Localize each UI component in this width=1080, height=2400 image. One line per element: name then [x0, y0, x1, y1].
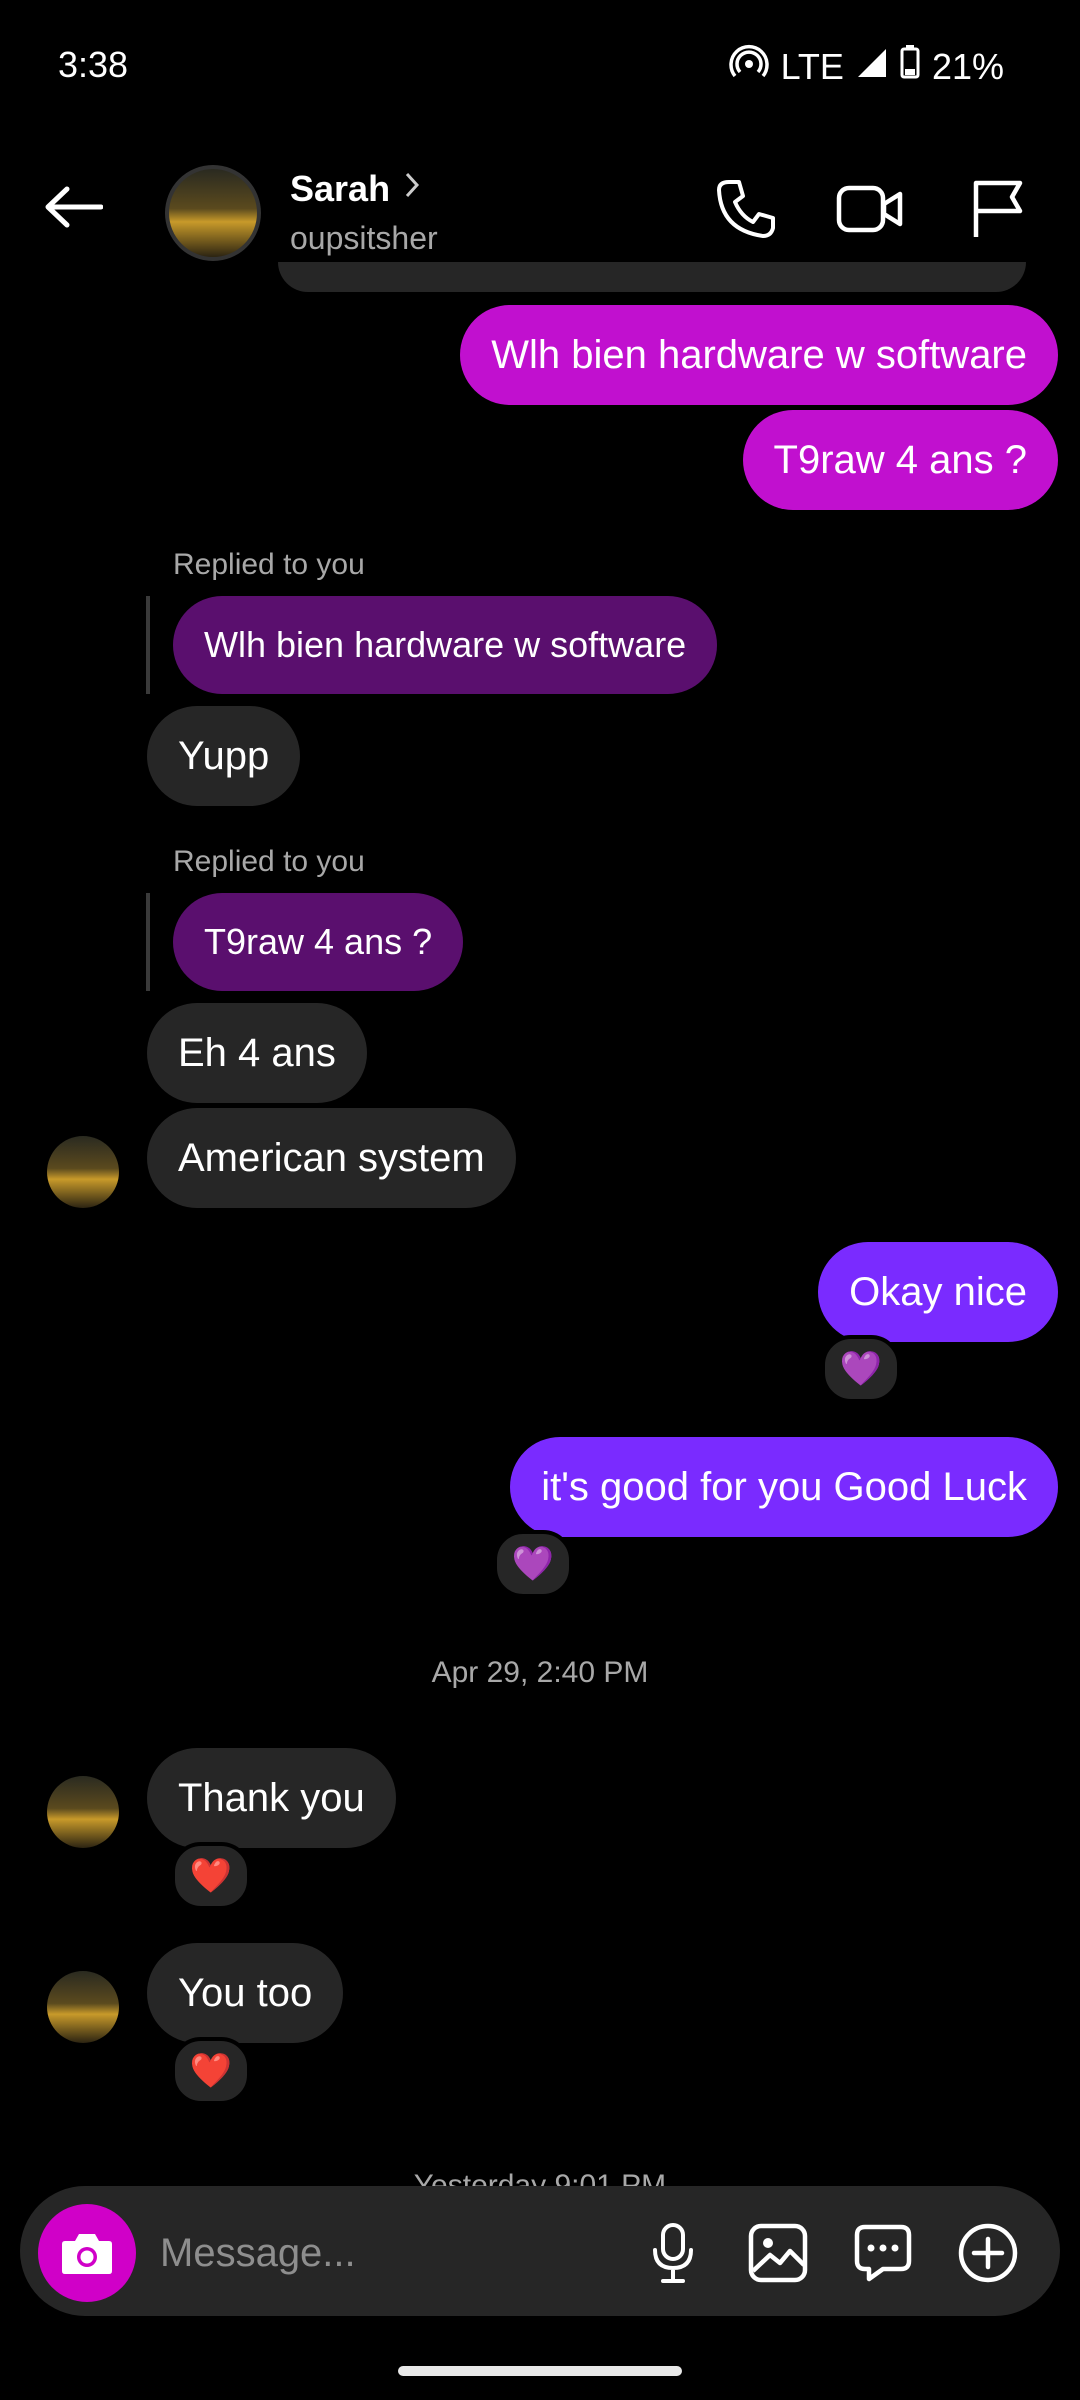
- message-input[interactable]: [158, 2222, 602, 2284]
- heart-reaction[interactable]: ❤️: [171, 1842, 251, 1910]
- date-separator: Apr 29, 2:40 PM: [431, 1656, 649, 1689]
- camera-button[interactable]: [38, 2204, 136, 2302]
- signal-icon: [856, 46, 888, 88]
- status-right: LTE 21%: [728, 44, 1004, 89]
- message-outgoing[interactable]: Okay nice: [818, 1242, 1058, 1342]
- camera-icon: [62, 2234, 112, 2274]
- heart-reaction[interactable]: 💜: [493, 1530, 573, 1598]
- contact-avatar[interactable]: [165, 165, 261, 261]
- flag-icon[interactable]: [962, 174, 1032, 244]
- home-indicator[interactable]: [398, 2366, 682, 2376]
- message-incoming[interactable]: Yupp: [147, 706, 301, 806]
- previous-message-edge: [278, 262, 1026, 292]
- chevron-right-icon[interactable]: [402, 170, 422, 208]
- contact-name[interactable]: Sarah: [290, 168, 390, 210]
- sender-avatar[interactable]: [47, 1136, 119, 1208]
- microphone-icon[interactable]: [638, 2218, 708, 2288]
- message-incoming[interactable]: Thank you: [147, 1748, 396, 1848]
- phone-call-icon[interactable]: [710, 174, 780, 244]
- message-outgoing[interactable]: it's good for you Good Luck: [510, 1437, 1058, 1537]
- battery-percent: 21%: [931, 45, 1004, 87]
- reply-bar: [146, 596, 150, 694]
- back-arrow-icon[interactable]: [38, 172, 108, 242]
- sender-avatar[interactable]: [47, 1971, 119, 2043]
- message-incoming[interactable]: American system: [147, 1108, 516, 1208]
- contact-username[interactable]: oupsitsher: [290, 220, 438, 257]
- message-incoming[interactable]: Eh 4 ans: [147, 1003, 367, 1103]
- gallery-icon[interactable]: [743, 2218, 813, 2288]
- message-outgoing[interactable]: Wlh bien hardware w software: [460, 305, 1058, 405]
- battery-icon: [900, 45, 920, 88]
- reply-bar: [146, 893, 150, 991]
- replied-label: Replied to you: [173, 845, 365, 878]
- video-call-icon[interactable]: [835, 174, 905, 244]
- hotspot-icon: [728, 44, 769, 89]
- quoted-message[interactable]: T9raw 4 ans ?: [173, 893, 464, 991]
- heart-reaction[interactable]: ❤️: [171, 2037, 251, 2105]
- sticker-chat-icon[interactable]: [848, 2218, 918, 2288]
- message-incoming[interactable]: You too: [147, 1943, 344, 2043]
- message-outgoing[interactable]: T9raw 4 ans ?: [742, 410, 1058, 510]
- status-time: 3:38: [58, 44, 129, 85]
- status-bar: 3:38 LTE 21%: [0, 0, 1080, 130]
- heart-reaction[interactable]: 💜: [821, 1335, 901, 1403]
- sender-avatar[interactable]: [47, 1776, 119, 1848]
- network-label: LTE: [780, 45, 844, 87]
- date-separator: Yesterday 9:01 PM: [413, 2169, 667, 2186]
- add-icon[interactable]: [953, 2218, 1023, 2288]
- quoted-message[interactable]: Wlh bien hardware w software: [173, 596, 718, 694]
- replied-label: Replied to you: [173, 548, 365, 581]
